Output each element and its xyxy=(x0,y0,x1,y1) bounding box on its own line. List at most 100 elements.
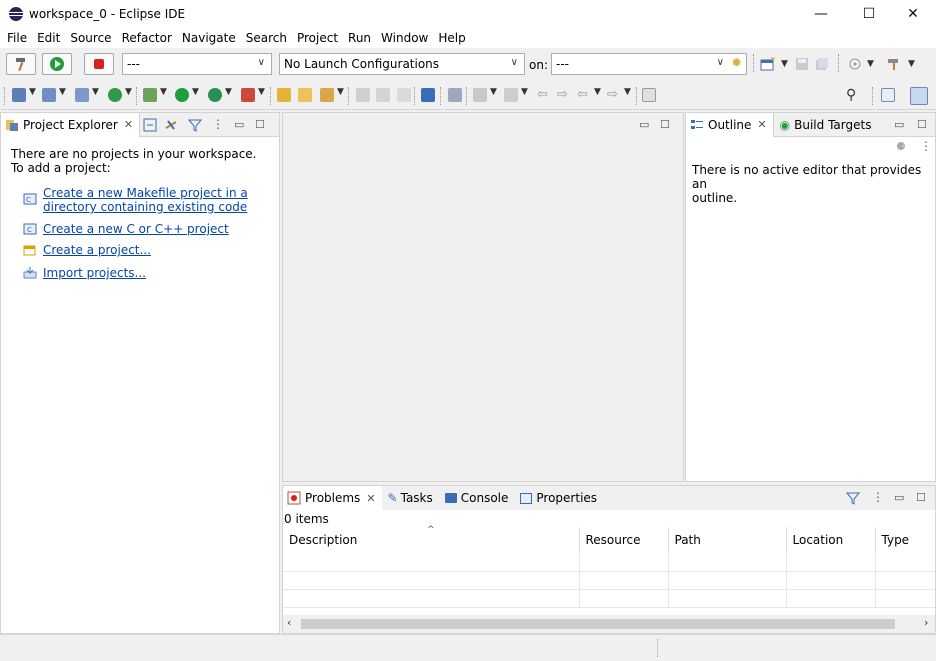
close-tab-icon[interactable]: ✕ xyxy=(366,492,375,505)
run-config-icon[interactable] xyxy=(108,88,122,102)
menu-search[interactable]: Search xyxy=(241,31,292,45)
column-header-type[interactable]: Type xyxy=(875,527,935,553)
launch-run-button[interactable] xyxy=(42,53,72,75)
scroll-left-icon[interactable]: ‹ xyxy=(287,616,291,629)
view-menu-icon[interactable]: ⋮ xyxy=(920,139,932,153)
import-projects-link[interactable]: Import projects... xyxy=(43,266,146,280)
chevron-down-icon[interactable]: ▼ xyxy=(29,87,36,97)
minimize-view-icon[interactable]: ▭ xyxy=(639,118,649,131)
view-menu-icon[interactable]: ⋮ xyxy=(872,490,884,504)
close-tab-icon[interactable]: ✕ xyxy=(124,118,133,131)
console-icon[interactable] xyxy=(421,88,435,102)
block-selection-icon[interactable] xyxy=(376,88,390,102)
chevron-down-icon[interactable]: ▼ xyxy=(490,87,497,97)
launch-config-combo[interactable]: No Launch Configurations ∨ xyxy=(279,53,525,75)
chevron-down-icon[interactable]: ▼ xyxy=(337,87,344,97)
view-menu-icon[interactable]: ⋮ xyxy=(212,117,224,131)
chevron-down-icon[interactable]: ▼ xyxy=(594,87,601,97)
chevron-down-icon[interactable]: ▼ xyxy=(624,87,631,97)
new-wizard-icon[interactable] xyxy=(760,57,776,71)
column-header-location[interactable]: Location xyxy=(786,527,876,553)
collapse-all-icon[interactable] xyxy=(143,118,157,132)
forward-edit-icon[interactable]: ⇨ xyxy=(557,87,568,102)
menu-source[interactable]: Source xyxy=(65,31,116,45)
column-header-description[interactable]: Description ^ xyxy=(283,525,580,553)
filter-icon[interactable] xyxy=(846,491,860,505)
launch-stop-button[interactable] xyxy=(84,53,114,75)
menu-refactor[interactable]: Refactor xyxy=(117,31,177,45)
menu-navigate[interactable]: Navigate xyxy=(177,31,241,45)
create-makefile-project-link[interactable]: Create a new Makefile project in a xyxy=(43,186,248,200)
maximize-view-icon[interactable]: ☐ xyxy=(917,118,927,131)
menu-window[interactable]: Window xyxy=(376,31,433,45)
menu-edit[interactable]: Edit xyxy=(32,31,65,45)
tab-tasks[interactable]: ✎ Tasks xyxy=(382,486,439,510)
sort-icon[interactable]: ⚈ xyxy=(896,140,906,153)
tab-build-targets[interactable]: ◉ Build Targets xyxy=(774,113,878,137)
open-type-icon[interactable] xyxy=(298,88,312,102)
chevron-down-icon[interactable]: ▼ xyxy=(160,87,167,97)
chevron-down-icon[interactable]: ▼ xyxy=(192,87,199,97)
scrollbar-thumb[interactable] xyxy=(301,619,895,629)
back-icon[interactable]: ⇦ xyxy=(577,87,588,102)
chevron-down-icon[interactable]: ▼ xyxy=(59,87,66,97)
minimize-button[interactable]: — xyxy=(798,0,844,28)
launch-mode-combo[interactable]: --- ∨ xyxy=(122,53,272,75)
build-button[interactable] xyxy=(6,53,36,75)
chevron-down-icon[interactable]: ▼ xyxy=(867,59,874,69)
new-class-icon[interactable] xyxy=(75,88,89,102)
c-cpp-perspective-icon[interactable] xyxy=(910,87,928,105)
tab-console[interactable]: Console xyxy=(439,486,515,510)
tab-project-explorer[interactable]: Project Explorer ✕ xyxy=(1,112,141,137)
tab-outline[interactable]: Outline ✕ xyxy=(686,112,774,137)
run-icon[interactable] xyxy=(175,88,189,102)
open-folder-icon[interactable] xyxy=(277,88,291,102)
debug-bug-icon[interactable] xyxy=(143,88,157,102)
chevron-down-icon[interactable]: ▼ xyxy=(521,87,528,97)
maximize-button[interactable]: ☐ xyxy=(846,0,892,28)
coverage-icon[interactable] xyxy=(208,88,222,102)
menu-project[interactable]: Project xyxy=(292,31,343,45)
filter-icon[interactable] xyxy=(188,118,202,132)
close-button[interactable]: ✕ xyxy=(890,0,936,28)
toggle-mark-icon[interactable] xyxy=(356,88,370,102)
minimize-view-icon[interactable]: ▭ xyxy=(894,491,904,504)
create-c-project-link[interactable]: Create a new C or C++ project xyxy=(43,222,229,236)
tab-properties[interactable]: Properties xyxy=(514,486,603,510)
menu-run[interactable]: Run xyxy=(343,31,376,45)
maximize-view-icon[interactable]: ☐ xyxy=(660,118,670,131)
prev-annotation-icon[interactable] xyxy=(504,88,518,102)
launch-target-combo[interactable]: --- ∨ ✹ xyxy=(551,53,747,75)
horizontal-scrollbar[interactable]: ‹ › xyxy=(283,615,935,633)
column-header-resource[interactable]: Resource xyxy=(579,527,669,553)
whitespace-icon[interactable] xyxy=(397,88,411,102)
next-annotation-icon[interactable] xyxy=(473,88,487,102)
last-edit-icon[interactable]: ⇦ xyxy=(537,87,548,102)
chevron-down-icon[interactable]: ▼ xyxy=(908,59,915,69)
target-icon[interactable] xyxy=(848,57,862,71)
tab-problems[interactable]: Problems ✕ xyxy=(283,486,382,510)
chevron-down-icon[interactable]: ▼ xyxy=(92,87,99,97)
maximize-view-icon[interactable]: ☐ xyxy=(916,491,926,504)
link-editor-icon[interactable] xyxy=(164,118,178,132)
gear-icon[interactable]: ✹ xyxy=(731,56,742,71)
scroll-right-icon[interactable]: › xyxy=(924,616,928,629)
column-header-path[interactable]: Path xyxy=(668,527,787,553)
open-perspective-icon[interactable] xyxy=(881,88,895,102)
search-pencil-icon[interactable] xyxy=(320,88,334,102)
chevron-down-icon[interactable]: ▼ xyxy=(781,59,788,69)
menu-file[interactable]: File xyxy=(2,31,32,45)
pin-editor-icon[interactable] xyxy=(642,88,656,102)
forward-icon[interactable]: ⇨ xyxy=(607,87,618,102)
chevron-down-icon[interactable]: ▼ xyxy=(258,87,265,97)
menu-help[interactable]: Help xyxy=(433,31,470,45)
maximize-view-icon[interactable]: ☐ xyxy=(255,118,265,131)
search-icon[interactable]: ⚲ xyxy=(846,87,856,103)
minimize-view-icon[interactable]: ▭ xyxy=(894,118,904,131)
chevron-down-icon[interactable]: ▼ xyxy=(125,87,132,97)
minimize-view-icon[interactable]: ▭ xyxy=(234,118,244,131)
external-tools-icon[interactable] xyxy=(241,88,255,102)
build-hammer-icon[interactable] xyxy=(886,57,902,71)
create-project-link[interactable]: Create a project... xyxy=(43,243,151,257)
annotation-icon[interactable] xyxy=(448,88,462,102)
